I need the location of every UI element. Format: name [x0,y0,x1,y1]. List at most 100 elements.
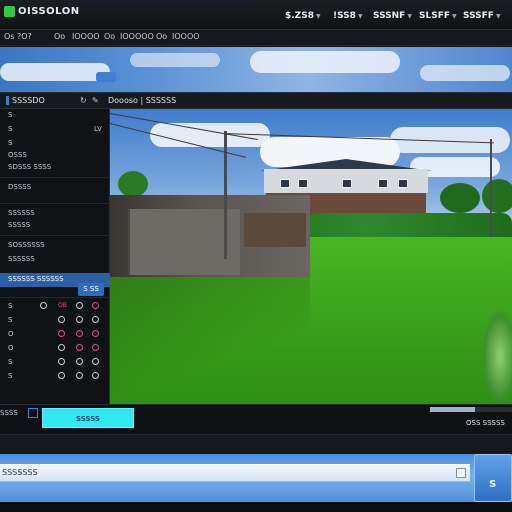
status-readout: OSS SSSSS [466,419,505,427]
table-cell: S [8,372,13,380]
table-row[interactable]: O [0,327,110,341]
lower-toolbar [0,434,512,454]
chevron-down-icon: ▼ [452,13,457,20]
panel-row-label: SOSSSSSS [8,241,45,249]
toolbar-button-label: !SS8 [333,11,356,21]
toolbar-button-2[interactable]: !SS8 ▼ [332,10,364,24]
panel-row-label: S [8,139,13,147]
table-cell: S [8,358,13,366]
panel-row[interactable]: SSSSS [8,221,30,229]
circle-icon[interactable] [92,344,99,351]
checkbox[interactable] [456,468,466,478]
toolbar-button-label: SLSFF [419,11,450,21]
row-tag: OB [58,302,67,309]
progress-bar [430,407,512,412]
menu-item[interactable]: IOOOO [72,32,100,41]
fence-shape [244,213,306,247]
circle-icon[interactable] [58,372,65,379]
status-badge[interactable]: S SS [78,283,104,296]
table-cell: O [8,330,14,338]
panel-row-label: SDSSS SSSS [8,163,52,171]
panel-row[interactable]: SSSSSS [8,255,35,263]
secondary-toolbar: SSSSDO ↻ ✎ Doooso | SSSSSS [0,92,512,109]
divider [0,297,110,298]
tree-shape [440,183,480,213]
menu-item[interactable]: Oo [156,32,167,41]
divider [0,177,110,178]
panel-row-value: LV [94,125,102,133]
panel-row[interactable]: S [8,111,12,119]
circle-icon[interactable] [58,330,65,337]
window-shape [298,179,308,188]
selected-row-label: SSSSSS SSSSSS [8,275,64,283]
banner-tag [96,72,116,82]
circle-icon[interactable] [92,302,99,309]
panel-row-label: SSSSS [8,221,31,229]
menu-item[interactable]: Os ?O? [4,32,32,41]
panel-row[interactable]: OSSS [8,151,27,159]
thumbnail-button[interactable]: S [474,454,512,502]
menu-item[interactable]: Oo [104,32,115,41]
circle-icon[interactable] [40,302,47,309]
circle-icon[interactable] [76,330,83,337]
panel-row[interactable]: S LV [8,125,102,133]
circle-icon[interactable] [92,330,99,337]
toolbar-button-5[interactable]: SSSFF ▼ [462,10,502,24]
bottom-input-field[interactable]: SSSSSSS [0,464,470,482]
bottom-panel: SSSSSSS S [0,454,512,502]
table-row[interactable]: S [0,369,110,383]
circle-icon[interactable] [76,316,83,323]
window-shape [280,179,290,188]
panel-row[interactable]: SDSSS SSSS [8,163,51,171]
circle-icon[interactable] [92,358,99,365]
thumbnail-label: S [489,479,497,490]
divider [0,235,110,236]
table-row[interactable]: S [0,313,110,327]
circle-icon[interactable] [76,302,83,309]
table-row[interactable]: S [0,355,110,369]
progress-fill [430,407,476,412]
left-panel: S S LV S OSSS SDSSS SSSS DSSSS SSSSSS SSS… [0,109,110,404]
checkbox[interactable] [28,408,38,418]
table-cell: O [8,344,14,352]
menu-item[interactable]: IOOOO [172,32,200,41]
circle-icon[interactable] [92,372,99,379]
edit-icon[interactable]: ✎ [92,96,99,105]
table-row[interactable]: S OB [0,299,110,313]
image-viewport[interactable] [110,109,512,404]
circle-icon[interactable] [58,316,65,323]
status-text: SSSS [0,409,18,417]
chevron-down-icon: ▼ [407,13,412,20]
panel-row-label: S [8,125,13,133]
circle-icon[interactable] [58,344,65,351]
toolbar-button-3[interactable]: SSSNF ▼ [372,10,413,24]
circle-icon[interactable] [58,358,65,365]
panel-row[interactable]: DSSSS [8,183,31,191]
chevron-down-icon: ▼ [495,13,501,20]
toolbar-button-label: SSSNF [373,11,406,21]
chevron-down-icon: ▼ [315,13,321,20]
panel-row[interactable]: S [8,139,12,147]
window-shape [378,179,388,188]
panel-row-label: SSSSSS [8,255,35,263]
chevron-down-icon: ▼ [357,13,363,20]
layer-select[interactable]: SSSSDO [6,96,45,105]
action-button[interactable]: SSSSS [42,408,134,428]
circle-icon[interactable] [92,316,99,323]
toolbar-button-4[interactable]: SLSFF ▼ [418,10,458,24]
panel-row[interactable]: SSSSSS [8,209,35,217]
circle-icon[interactable] [76,372,83,379]
panel-row[interactable]: SOSSSSSS [8,241,45,249]
circle-icon[interactable] [76,344,83,351]
status-bar: SSSS SSSSS OSS SSSSS [0,404,512,434]
circle-icon[interactable] [76,358,83,365]
toolbar-button-1[interactable]: $.ZS8 ▼ [284,10,322,24]
menu-bar: Os ?O? Oo IOOOO Oo IOOOOO Oo IOOOO [0,30,512,46]
header-banner-image [0,47,512,92]
menu-item[interactable]: IOOOOO [120,32,154,41]
table-row[interactable]: O [0,341,110,355]
plant-shape [482,309,512,404]
menu-item[interactable]: Oo [54,32,65,41]
refresh-icon[interactable]: ↻ [80,96,87,105]
divider [0,203,110,204]
